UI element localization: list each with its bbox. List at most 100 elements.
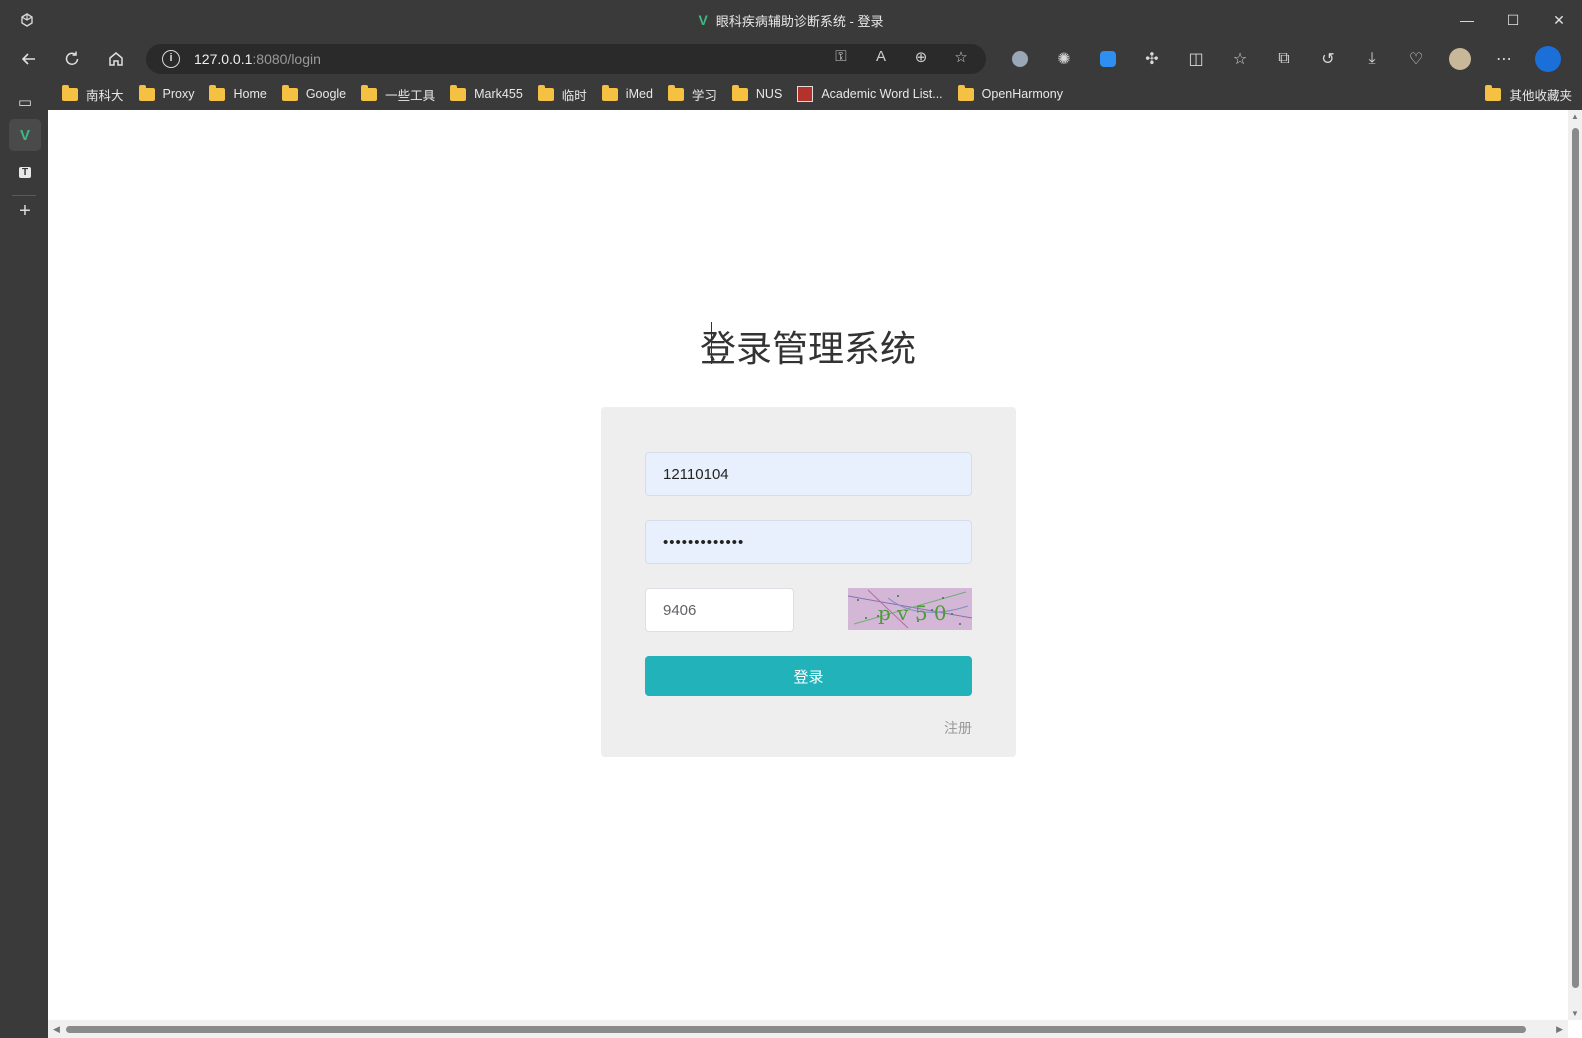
- bookmark-label: 一些工具: [385, 88, 436, 103]
- bookmark-label: 临时: [561, 88, 587, 103]
- tab-actions-icon[interactable]: ▭: [9, 86, 41, 118]
- login-heading: 登录管理系统: [699, 329, 916, 370]
- bookmark-item[interactable]: 临时: [537, 84, 587, 104]
- tab-t-icon[interactable]: T: [9, 156, 41, 188]
- bookmark-label: 学习: [691, 88, 717, 103]
- favorites-icon[interactable]: ☆: [1218, 45, 1262, 73]
- bookmark-item[interactable]: 一些工具: [361, 84, 436, 104]
- browser-essentials-icon[interactable]: ♡: [1394, 45, 1438, 73]
- other-favorites[interactable]: 其他收藏夹: [1485, 78, 1572, 110]
- maximize-button[interactable]: ☐: [1490, 0, 1536, 40]
- refresh-icon[interactable]: [57, 45, 87, 73]
- scroll-down-arrow-icon[interactable]: ▼: [1570, 1009, 1580, 1018]
- close-button[interactable]: ✕: [1536, 0, 1582, 40]
- extension-gear-icon[interactable]: ✺: [1042, 45, 1086, 73]
- minimize-button[interactable]: —: [1444, 0, 1490, 40]
- bookmark-label: iMed: [625, 87, 653, 101]
- captcha-noise-graphic: p v 5 0: [848, 589, 972, 629]
- bookmarks-bar: 南科大 Proxy Home Google 一些工具 Mark455 临时 iMed 学习 NUS…: [48, 78, 1582, 110]
- captcha-text: p v 5 0: [878, 601, 947, 625]
- bookmark-label: OpenHarmony: [981, 87, 1063, 101]
- browser-window: V 眼科疾病辅助诊断系统 - 登录 — ☐ ✕ i 127.0.0.1:8080…: [0, 0, 1582, 1038]
- horizontal-scrollbar[interactable]: ◀ ▶: [48, 1020, 1568, 1038]
- folder-icon: [361, 84, 378, 101]
- password-input[interactable]: •••••••••••••: [645, 520, 972, 564]
- extensions-puzzle-icon[interactable]: ✣: [1130, 45, 1174, 73]
- folder-icon: [601, 84, 618, 101]
- zoom-icon[interactable]: ⊕: [908, 48, 934, 66]
- split-screen-icon[interactable]: ◫: [1174, 45, 1218, 73]
- bookmark-item[interactable]: 学习: [667, 84, 717, 104]
- tab-vue-login[interactable]: V: [9, 119, 41, 151]
- bookmark-label: NUS: [755, 87, 783, 101]
- bookmark-label: Academic Word List...: [821, 87, 943, 101]
- login-button[interactable]: 登录: [645, 656, 972, 696]
- bookmark-item[interactable]: Proxy: [138, 84, 194, 101]
- favorite-star-icon[interactable]: ☆: [948, 48, 974, 66]
- window-controls: — ☐ ✕: [1444, 0, 1582, 40]
- scroll-up-arrow-icon[interactable]: ▲: [1570, 112, 1580, 121]
- home-icon[interactable]: [101, 45, 131, 73]
- site-favicon: [797, 86, 814, 102]
- read-aloud-icon[interactable]: A: [868, 48, 894, 66]
- vertical-scroll-thumb[interactable]: [1572, 128, 1579, 988]
- folder-icon: [450, 84, 467, 101]
- other-favorites-label: 其他收藏夹: [1509, 88, 1572, 103]
- onedrive-cloud-icon[interactable]: [1086, 45, 1130, 73]
- password-key-icon[interactable]: ⚿: [828, 48, 854, 66]
- back-icon[interactable]: [14, 45, 44, 73]
- folder-icon: [957, 84, 974, 101]
- bookmark-item[interactable]: NUS: [731, 84, 783, 101]
- bookmark-item[interactable]: Academic Word List...: [797, 86, 943, 102]
- site-info-icon[interactable]: i: [162, 50, 180, 68]
- t-favicon-icon: T: [18, 166, 32, 178]
- captcha-image[interactable]: p v 5 0: [848, 588, 972, 630]
- collections-icon[interactable]: ⧉: [1262, 45, 1306, 73]
- history-icon[interactable]: ↺: [1306, 45, 1350, 73]
- folder-icon: [281, 84, 298, 101]
- toolbar-extensions: ✺ ✣ ◫ ☆ ⧉ ↺ ⤓ ♡ ⋯: [998, 45, 1570, 73]
- folder-icon: [731, 84, 748, 101]
- vertical-tab-strip: ▭ V T +: [0, 78, 48, 1038]
- folder-icon: [62, 84, 78, 101]
- url-text[interactable]: 127.0.0.1:8080/login: [194, 51, 321, 67]
- text-caret: [711, 322, 712, 364]
- horizontal-scroll-thumb[interactable]: [66, 1026, 1526, 1033]
- page-viewport: 登录管理系统 12110104 ••••••••••••• 9406 p v 5: [48, 110, 1582, 1038]
- new-tab-plus-icon[interactable]: +: [9, 195, 41, 227]
- scroll-right-arrow-icon[interactable]: ▶: [1556, 1024, 1563, 1035]
- scroll-left-arrow-icon[interactable]: ◀: [53, 1024, 60, 1035]
- copilot-bing-icon[interactable]: [1526, 45, 1570, 73]
- vue-logo-icon: V: [19, 126, 30, 144]
- bookmark-item[interactable]: Home: [209, 84, 267, 101]
- folder-icon: [537, 84, 554, 101]
- profile-avatar[interactable]: [1438, 45, 1482, 73]
- settings-more-icon[interactable]: ⋯: [1482, 45, 1526, 73]
- folder-icon: [209, 84, 226, 101]
- captcha-input[interactable]: 9406: [645, 588, 794, 632]
- address-bar[interactable]: i 127.0.0.1:8080/login ⚿ A ⊕ ☆: [146, 44, 986, 74]
- bookmark-label: Home: [233, 87, 267, 101]
- register-link[interactable]: 注册: [944, 718, 972, 738]
- extension-circle-icon[interactable]: [998, 45, 1042, 73]
- bookmark-list: 南科大 Proxy Home Google 一些工具 Mark455 临时 iMed 学习 NUS…: [62, 78, 1078, 110]
- vue-logo-icon: V: [698, 12, 708, 28]
- downloads-icon[interactable]: ⤓: [1350, 45, 1394, 73]
- bookmark-item[interactable]: iMed: [601, 84, 653, 101]
- bookmark-item[interactable]: OpenHarmony: [957, 84, 1063, 101]
- bookmark-item[interactable]: 南科大: [62, 84, 124, 104]
- vertical-scrollbar[interactable]: ▲ ▼: [1568, 110, 1582, 1020]
- login-card: 12110104 ••••••••••••• 9406 p v 5 0 登录 注…: [601, 407, 1016, 757]
- folder-icon: [138, 84, 155, 101]
- bookmark-label: 南科大: [86, 88, 124, 103]
- url-host: 127.0.0.1: [194, 51, 253, 67]
- bookmark-item[interactable]: Mark455: [450, 84, 523, 101]
- bookmark-item[interactable]: Google: [281, 84, 347, 101]
- username-input[interactable]: 12110104: [645, 452, 972, 496]
- address-bar-actions: ⚿ A ⊕ ☆: [828, 48, 974, 66]
- window-title-text: 眼科疾病辅助诊断系统 - 登录: [715, 13, 884, 29]
- bookmark-label: Mark455: [474, 87, 523, 101]
- bookmark-label: Google: [305, 87, 347, 101]
- folder-icon: [667, 84, 684, 101]
- url-path: :8080/login: [252, 51, 321, 67]
